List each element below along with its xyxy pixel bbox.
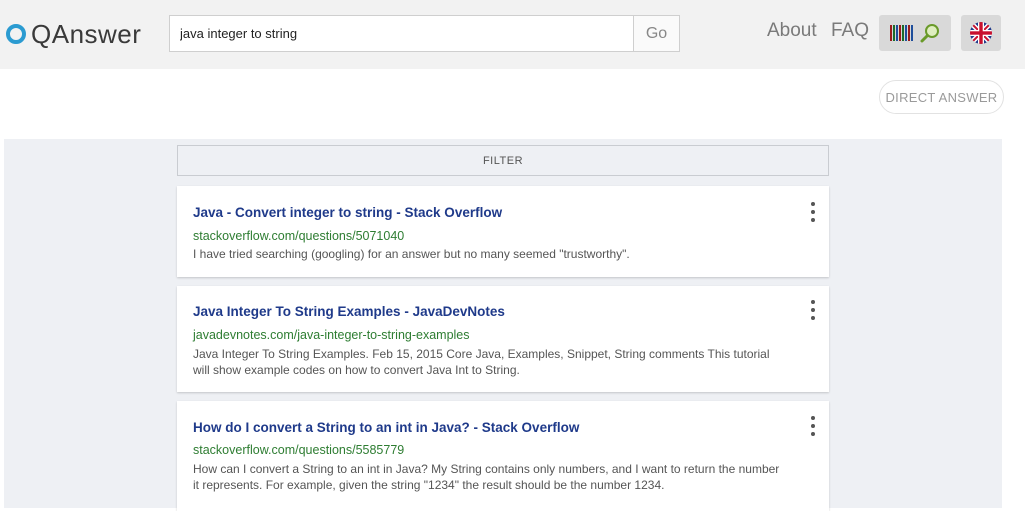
result-snippet: I have tried searching (googling) for an…	[193, 247, 630, 261]
wikidata-barcode-icon	[889, 25, 913, 41]
result-card: How do I convert a String to an int in J…	[177, 401, 829, 511]
logo[interactable]: QAnswer	[6, 18, 141, 50]
more-options-icon[interactable]	[809, 300, 817, 320]
result-title-link[interactable]: How do I convert a String to an int in J…	[193, 420, 579, 435]
result-url-link[interactable]: stackoverflow.com/questions/5071040	[193, 229, 404, 243]
result-card: Java Integer To String Examples - JavaDe…	[177, 286, 829, 392]
more-options-icon[interactable]	[809, 202, 817, 222]
nav-about-link[interactable]: About	[767, 20, 817, 42]
logo-text: QAnswer	[31, 18, 142, 49]
language-button[interactable]	[961, 15, 1001, 51]
search-input[interactable]	[169, 15, 634, 52]
filter-button[interactable]: FILTER	[177, 145, 829, 176]
result-snippet: Java Integer To String Examples. Feb 15,…	[193, 347, 770, 377]
result-url-link[interactable]: javadevnotes.com/java-integer-to-string-…	[193, 328, 470, 342]
logo-ring-icon	[6, 24, 26, 44]
wikidata-button[interactable]	[879, 15, 951, 51]
direct-answer-button[interactable]: DIRECT ANSWER	[879, 80, 1004, 114]
magnifier-icon	[920, 24, 939, 43]
result-snippet: How can I convert a String to an int in …	[193, 462, 780, 492]
uk-flag-icon	[970, 22, 992, 44]
go-button[interactable]: Go	[633, 15, 680, 52]
result-card: Java - Convert integer to string - Stack…	[177, 186, 829, 277]
nav-faq-link[interactable]: FAQ	[831, 20, 869, 42]
result-url-link[interactable]: stackoverflow.com/questions/5585779	[193, 443, 404, 457]
more-options-icon[interactable]	[809, 416, 817, 436]
top-bar: QAnswer Go About FAQ	[0, 0, 1025, 69]
result-title-link[interactable]: Java Integer To String Examples - JavaDe…	[193, 304, 505, 319]
result-title-link[interactable]: Java - Convert integer to string - Stack…	[193, 205, 502, 220]
